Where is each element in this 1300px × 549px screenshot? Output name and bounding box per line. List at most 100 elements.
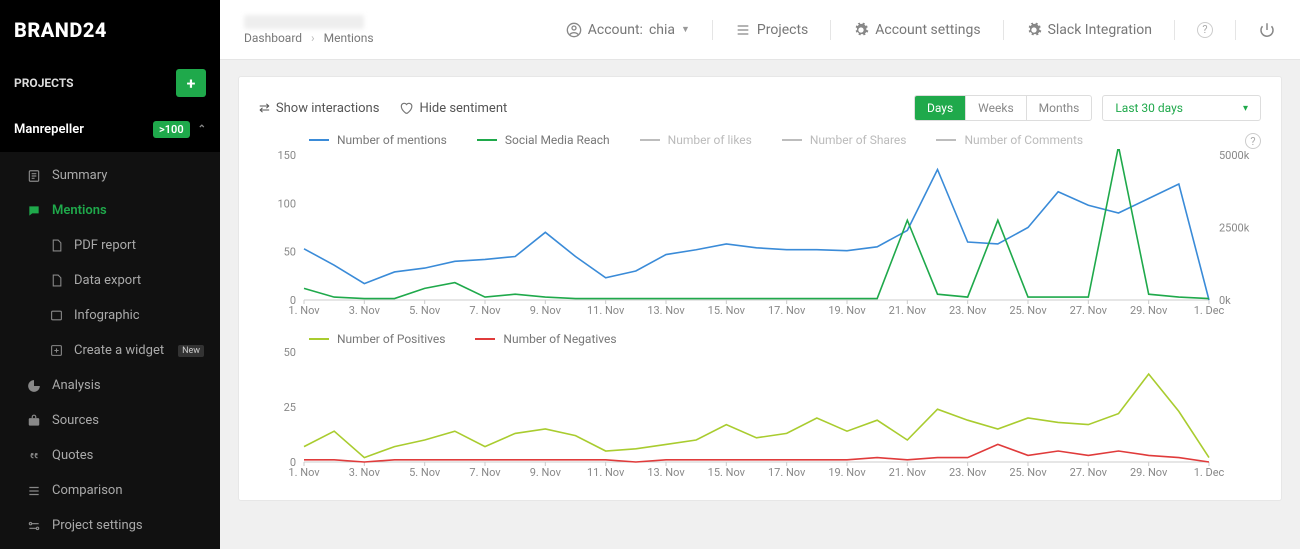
swap-icon: ⇄ [259, 101, 270, 116]
svg-text:7. Nov: 7. Nov [469, 304, 501, 317]
svg-text:100: 100 [277, 197, 296, 210]
nav-sources[interactable]: Sources [0, 403, 220, 438]
project-name: Manrepeller [14, 122, 84, 137]
svg-text:5. Nov: 5. Nov [409, 304, 441, 317]
svg-text:1. Nov: 1. Nov [288, 304, 320, 317]
svg-text:29. Nov: 29. Nov [1130, 466, 1168, 479]
list-icon [26, 484, 42, 498]
gear-icon [853, 22, 869, 38]
nav-quotes[interactable]: Quotes [0, 438, 220, 473]
breadcrumb-root[interactable]: Dashboard [244, 31, 302, 45]
legend-item[interactable]: Number of Comments [936, 133, 1083, 147]
power-icon[interactable] [1258, 21, 1276, 39]
file-icon [26, 169, 42, 183]
svg-text:29. Nov: 29. Nov [1130, 304, 1168, 317]
projects-label: Projects [757, 22, 808, 38]
hide-sentiment-toggle[interactable]: Hide sentiment [399, 101, 507, 116]
projects-link[interactable]: Projects [735, 22, 808, 38]
seg-months[interactable]: Months [1026, 96, 1092, 120]
new-badge: New [178, 345, 204, 357]
sidebar: BRAND24 PROJECTS + Manrepeller >100 ⌃ Su… [0, 0, 220, 549]
chart-legend: Number of Positives Number of Negatives [309, 332, 1261, 346]
legend-item[interactable]: Number of Positives [309, 332, 445, 346]
pie-icon [26, 379, 42, 393]
nav-project-settings[interactable]: Project settings [0, 508, 220, 543]
slack-link[interactable]: Slack Integration [1026, 22, 1152, 38]
nav-label: Data export [74, 273, 141, 288]
svg-text:9. Nov: 9. Nov [530, 466, 562, 479]
svg-text:1. Dec: 1. Dec [1194, 304, 1225, 317]
nav-mentions[interactable]: Mentions [0, 193, 220, 228]
gear-icon [1026, 22, 1042, 38]
plus-square-icon [48, 344, 64, 357]
projects-label: PROJECTS [14, 76, 74, 90]
svg-text:25. Nov: 25. Nov [1009, 466, 1047, 479]
svg-text:50: 50 [284, 346, 296, 359]
svg-text:150: 150 [277, 149, 296, 162]
svg-text:3. Nov: 3. Nov [349, 466, 381, 479]
svg-text:5000k: 5000k [1219, 149, 1250, 162]
brand-logo[interactable]: BRAND24 [0, 0, 220, 60]
nav-label: PDF report [74, 238, 136, 253]
seg-weeks[interactable]: Weeks [965, 96, 1025, 120]
account-settings-link[interactable]: Account settings [853, 22, 980, 38]
legend-label: Number of Positives [337, 332, 445, 346]
show-interactions-label: Show interactions [276, 101, 380, 116]
nav-infographic[interactable]: Infographic [0, 298, 220, 333]
legend-label: Number of Comments [964, 133, 1083, 147]
top-actions: Account: chia ▼ Projects Account setting… [566, 20, 1276, 40]
svg-text:15. Nov: 15. Nov [708, 304, 746, 317]
chart-svg: 0501001500k2500k5000k1. Nov3. Nov5. Nov7… [259, 149, 1259, 324]
nav-data-export[interactable]: Data export [0, 263, 220, 298]
nav-pdf-report[interactable]: PDF report [0, 228, 220, 263]
seg-days[interactable]: Days [915, 96, 965, 120]
svg-text:2500k: 2500k [1219, 222, 1250, 235]
legend-label: Number of Shares [810, 133, 907, 147]
nav-analysis[interactable]: Analysis [0, 368, 220, 403]
svg-text:21. Nov: 21. Nov [889, 304, 927, 317]
svg-text:9. Nov: 9. Nov [530, 304, 562, 317]
svg-text:1. Nov: 1. Nov [288, 466, 320, 479]
nav-summary[interactable]: Summary [0, 158, 220, 193]
legend-item[interactable]: Number of Shares [782, 133, 907, 147]
svg-text:19. Nov: 19. Nov [828, 304, 866, 317]
pdf-icon [48, 239, 64, 252]
sliders-icon [26, 519, 42, 533]
breadcrumb: Dashboard › Mentions [244, 15, 374, 45]
mentions-chart: Number of mentions Social Media Reach Numb… [259, 133, 1261, 328]
legend-item[interactable]: Social Media Reach [477, 133, 610, 147]
legend-item[interactable]: Number of Negatives [475, 332, 616, 346]
divider [1235, 20, 1236, 40]
svg-text:7. Nov: 7. Nov [469, 466, 501, 479]
project-row[interactable]: Manrepeller >100 ⌃ [0, 106, 220, 152]
add-project-button[interactable]: + [176, 69, 206, 97]
date-range-select[interactable]: Last 30 days ▾ [1102, 95, 1261, 121]
hamburger-icon [735, 22, 751, 38]
svg-text:21. Nov: 21. Nov [889, 466, 927, 479]
svg-text:3. Nov: 3. Nov [349, 304, 381, 317]
nav-create-widget[interactable]: Create a widget New [0, 333, 220, 368]
nav-label: Summary [52, 168, 107, 183]
svg-text:27. Nov: 27. Nov [1070, 466, 1108, 479]
quote-icon [26, 449, 42, 463]
legend-label: Number of Negatives [503, 332, 616, 346]
account-menu[interactable]: Account: chia ▼ [566, 22, 690, 38]
chart-legend: Number of mentions Social Media Reach Numb… [309, 133, 1083, 147]
nav-label: Quotes [52, 448, 93, 463]
nav-label: Sources [52, 413, 99, 428]
legend-item[interactable]: Number of likes [640, 133, 752, 147]
heart-icon [399, 101, 413, 115]
account-settings-label: Account settings [875, 22, 980, 38]
legend-label: Social Media Reach [505, 133, 610, 147]
breadcrumb-current: Mentions [324, 31, 374, 45]
nav-label: Mentions [52, 203, 107, 218]
chevron-up-icon: ⌃ [198, 124, 206, 135]
nav-comparison[interactable]: Comparison [0, 473, 220, 508]
svg-text:13. Nov: 13. Nov [647, 466, 685, 479]
sentiment-chart: Number of PositivesNumber of Negatives 0… [259, 332, 1261, 490]
chart-help-icon[interactable]: ? [1245, 133, 1261, 149]
svg-text:17. Nov: 17. Nov [768, 304, 806, 317]
legend-item[interactable]: Number of mentions [309, 133, 447, 147]
help-icon[interactable]: ? [1197, 22, 1213, 38]
show-interactions-toggle[interactable]: ⇄ Show interactions [259, 101, 379, 116]
